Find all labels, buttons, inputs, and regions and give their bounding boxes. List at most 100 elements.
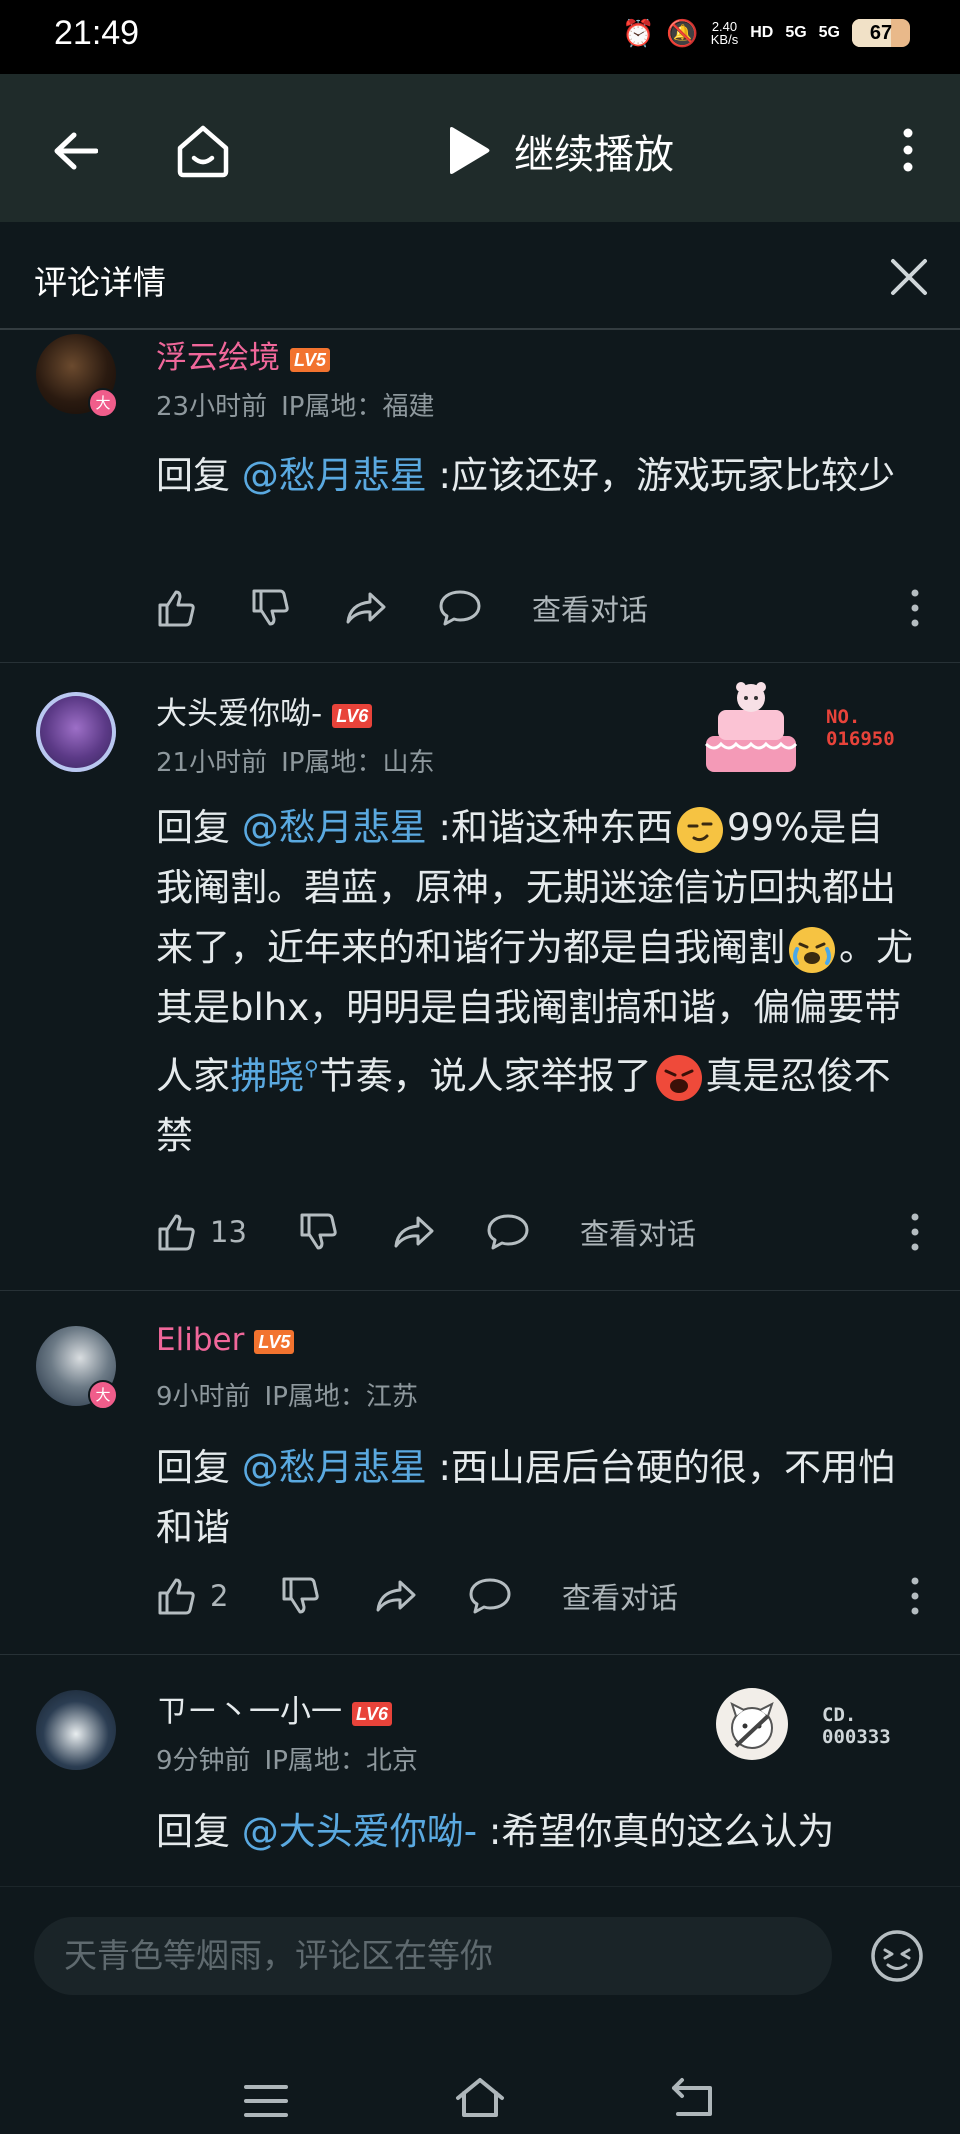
share-button[interactable] (374, 1572, 468, 1620)
comment-more-button[interactable] (910, 588, 920, 628)
cake-icon (704, 682, 798, 772)
close-button[interactable] (884, 252, 934, 302)
share-button[interactable] (392, 1208, 486, 1256)
fan-number-value: 000333 (822, 1726, 891, 1748)
like-count: 13 (210, 1215, 247, 1249)
avatar[interactable] (36, 1690, 116, 1770)
nav-home-icon (456, 2078, 504, 2117)
dislike-button[interactable] (250, 584, 344, 632)
comment-text-d: 节奏，说人家举报了 (318, 1054, 652, 1098)
mention-link[interactable]: @愁月悲星 (242, 806, 427, 849)
avatar[interactable] (36, 692, 116, 772)
comment-detail-title: 评论详情 (34, 263, 166, 302)
username-text: 浮云绘境 (156, 340, 280, 376)
nav-back-icon (672, 2078, 712, 2116)
comment-body: 回复 @大头爱你呦- :希望你真的这么认为 (156, 1802, 916, 1862)
comment-meta: 21小时前 IP属地：山东 (156, 742, 448, 779)
comment-time: 21小时前 (156, 748, 268, 778)
close-icon (891, 259, 927, 295)
dislike-button[interactable] (298, 1208, 392, 1256)
fan-number-value: 016950 (826, 728, 895, 750)
hd-indicator: HD (750, 24, 774, 41)
search-link[interactable]: 拂晓 (230, 1054, 304, 1097)
view-conversation-button[interactable]: 查看对话 (532, 584, 648, 632)
comment-text: :希望你真的这么认为 (477, 1810, 835, 1853)
comment-body: 回复 @愁月悲星 :应该还好，游戏玩家比较少 (156, 446, 916, 506)
fan-number: NO. 016950 (826, 706, 895, 750)
like-button[interactable] (156, 584, 250, 632)
level-badge: LV6 (352, 1701, 393, 1726)
nav-menu-button[interactable] (236, 2071, 296, 2131)
fan-number-label: CD. (822, 1704, 857, 1726)
mention-link[interactable]: @愁月悲星 (242, 454, 427, 497)
nav-home-button[interactable] (450, 2067, 510, 2127)
reply-button[interactable] (468, 1572, 562, 1620)
home-icon (177, 125, 229, 178)
share-icon (394, 1216, 434, 1248)
comment-time: 23小时前 (156, 392, 268, 422)
comment-more-button[interactable] (910, 1576, 920, 1616)
level-badge: LV6 (332, 703, 373, 728)
comment-text: :应该还好，游戏玩家比较少 (426, 454, 895, 497)
comment-username[interactable]: Eliber LV5 (156, 1322, 295, 1358)
back-button[interactable] (44, 120, 106, 182)
comment-username[interactable]: 浮云绘境 LV5 (156, 332, 331, 377)
comment-username[interactable]: 大头爱你呦- LV6 (156, 688, 373, 733)
nav-back-button[interactable] (664, 2067, 724, 2127)
continue-play-button[interactable]: 继续播放 (444, 120, 674, 182)
mention-link[interactable]: @大头爱你呦- (242, 1810, 477, 1853)
comment-ip: IP属地：福建 (281, 392, 435, 422)
comment-ip: IP属地：北京 (264, 1746, 418, 1776)
status-bar: 21:49 ⏰ 🔕 2.40 KB/s HD 5G 5G 67 (0, 0, 960, 74)
view-conversation-button[interactable]: 查看对话 (580, 1208, 696, 1256)
comment-more-button[interactable] (910, 1212, 920, 1252)
like-button[interactable]: 13 (156, 1208, 298, 1256)
reply-prefix: 回复 (156, 806, 242, 849)
mention-link[interactable]: @愁月悲星 (242, 1446, 427, 1489)
comment-body: 回复 @愁月悲星 :西山居后台硬的很，不用怕和谐 (156, 1438, 916, 1558)
comment-actions: 13 查看对话 (156, 1208, 936, 1256)
fan-number: CD. 000333 (822, 1704, 891, 1748)
comment-list[interactable]: 大 浮云绘境 LV5 23小时前 IP属地：福建 回复 @愁月悲星 :应该还好，游戏… (0, 330, 960, 1886)
comment-input[interactable]: 天青色等烟雨，评论区在等你 (34, 1917, 832, 1995)
battery-level: 67 (869, 22, 893, 44)
back-arrow-icon (54, 132, 98, 170)
battery-indicator: 67 (852, 19, 910, 47)
reply-prefix: 回复 (156, 1810, 242, 1853)
continue-play-label: 继续播放 (514, 132, 674, 178)
comment-time: 9小时前 (156, 1382, 251, 1412)
dislike-button[interactable] (280, 1572, 374, 1620)
fan-number-label: NO. (826, 706, 861, 728)
comment-detail-header: 评论详情 (0, 222, 960, 330)
emoji-icon (871, 1930, 923, 1982)
comment-meta: 23小时前 IP属地：福建 (156, 386, 448, 423)
home-button[interactable] (170, 118, 236, 184)
comment-time: 9分钟前 (156, 1746, 251, 1776)
reply-button[interactable] (486, 1208, 580, 1256)
thumb-down-icon (300, 1213, 337, 1250)
like-button[interactable]: 2 (156, 1572, 280, 1620)
emoji-button[interactable] (864, 1923, 930, 1989)
reply-button[interactable] (438, 584, 532, 632)
signal-5g-2: 5G (818, 24, 840, 41)
fan-medal[interactable] (716, 1688, 788, 1760)
comment-text-a: :和谐这种东西 (426, 806, 673, 849)
comment-body: 回复 @愁月悲星 :和谐这种东西 99%是自我阉割。碧蓝，原神，无期迷途信访回执都… (156, 798, 916, 1166)
signal-5g-1: 5G (785, 24, 807, 41)
fan-medal[interactable] (696, 674, 806, 784)
level-badge: LV5 (290, 347, 331, 372)
angry-emoji-icon (655, 1054, 702, 1101)
comment-item: 大 浮云绘境 LV5 23小时前 IP属地：福建 回复 @愁月悲星 :应该还好，游戏… (0, 330, 960, 663)
share-button[interactable] (344, 584, 438, 632)
net-speed-unit: KB/s (710, 32, 739, 47)
cat-sticker-icon (730, 1702, 774, 1749)
comment-bubble-icon (469, 1578, 511, 1614)
like-count: 2 (210, 1579, 229, 1613)
status-icons: ⏰ 🔕 2.40 KB/s HD 5G 5G 67 (622, 18, 910, 48)
view-conversation-button[interactable]: 查看对话 (562, 1572, 678, 1620)
more-menu-button[interactable] (890, 122, 926, 178)
comment-item: ㄗㄧ丶一小一 LV6 9分钟前 IP属地：北京 CD. 000333 回复 @大头爱你… (0, 1654, 960, 1886)
thumb-down-icon (282, 1577, 319, 1614)
comment-username[interactable]: ㄗㄧ丶一小一 LV6 (156, 1686, 393, 1731)
crying-emoji-icon (789, 926, 835, 973)
